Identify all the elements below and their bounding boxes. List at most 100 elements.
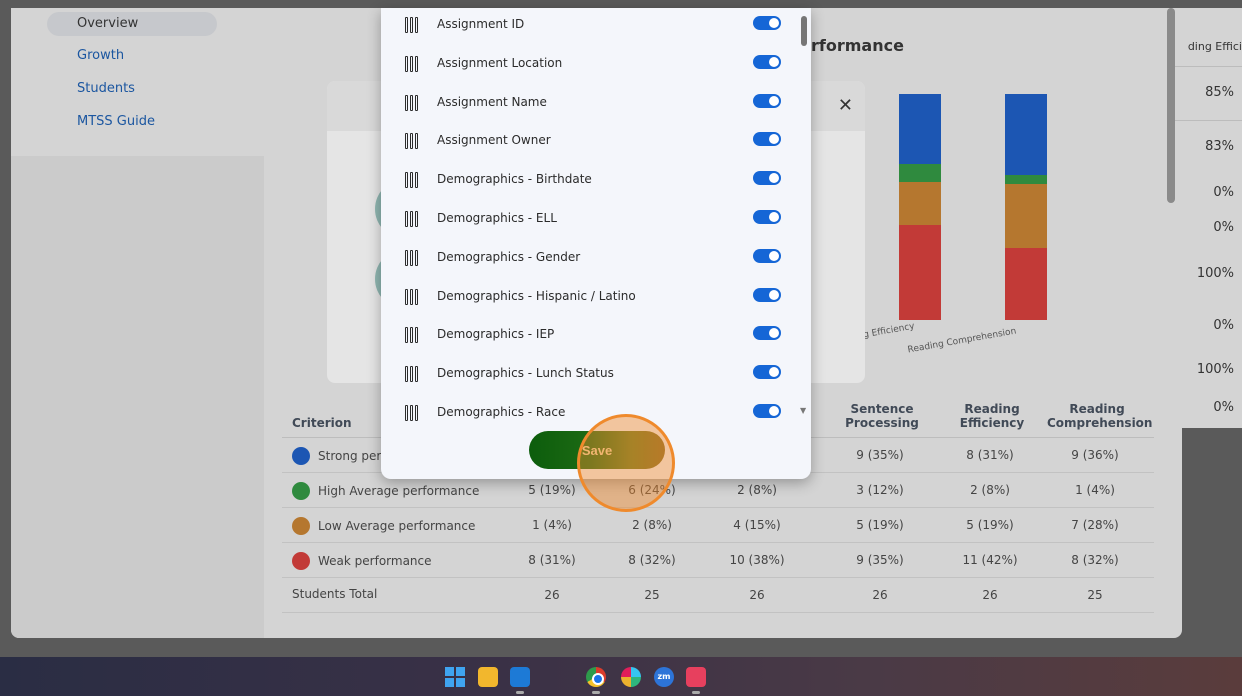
- column-toggle[interactable]: [753, 54, 781, 69]
- column-option-label: Assignment Location: [437, 55, 563, 70]
- right-column-header: ding Effici: [1187, 40, 1242, 53]
- column-toggle[interactable]: [753, 171, 781, 186]
- table-cell: 7 (28%): [1071, 518, 1119, 532]
- column-option-row[interactable]: Assignment Name: [381, 86, 791, 124]
- todo-icon[interactable]: [686, 667, 706, 687]
- drag-handle-icon[interactable]: [405, 55, 419, 72]
- column-toggle[interactable]: [753, 132, 781, 147]
- stacked-bar-chart: [861, 94, 1091, 320]
- divider: [1171, 66, 1242, 67]
- column-option-row[interactable]: Demographics - Gender: [381, 241, 791, 279]
- column-toggle[interactable]: [753, 210, 781, 224]
- right-column-value: 100%: [1196, 266, 1234, 281]
- divider: [1171, 120, 1242, 121]
- table-cell: 25: [1087, 588, 1103, 602]
- drag-handle-icon[interactable]: [405, 405, 419, 421]
- windows-start-icon[interactable]: [445, 667, 465, 687]
- drag-handle-icon[interactable]: [405, 17, 419, 33]
- right-column-value: 0%: [1213, 318, 1234, 333]
- column-option-row[interactable]: Assignment ID: [381, 8, 791, 46]
- column-toggle[interactable]: [753, 365, 781, 380]
- table-cell: 2 (8%): [970, 483, 1010, 497]
- column-toggle[interactable]: [753, 287, 781, 302]
- column-option-row[interactable]: Demographics - Lunch Status: [381, 357, 791, 395]
- sidebar-item-overview[interactable]: Overview: [77, 16, 138, 31]
- left-panel: [11, 156, 264, 638]
- column-option-label: Assignment ID: [437, 17, 525, 31]
- chart-bar-segment: [1005, 175, 1047, 185]
- column-toggle[interactable]: [753, 326, 781, 341]
- table-cell: 5 (19%): [966, 518, 1014, 532]
- sidebar-item-mtss-guide[interactable]: MTSS Guide: [77, 114, 155, 129]
- column-option-row[interactable]: Demographics - Hispanic / Latino: [381, 280, 791, 318]
- column-option-label: Demographics - ELL: [437, 211, 557, 225]
- chart-bar-segment: [899, 94, 941, 165]
- drag-handle-icon[interactable]: [405, 288, 419, 305]
- table-cell: 2 (8%): [737, 483, 777, 497]
- table-cell: 26: [872, 588, 888, 602]
- table-cell: 2 (8%): [632, 518, 672, 532]
- column-toggle[interactable]: [753, 404, 781, 418]
- drag-handle-icon[interactable]: [405, 94, 419, 111]
- drag-handle-icon[interactable]: [405, 249, 419, 266]
- column-option-label: Assignment Owner: [437, 133, 551, 148]
- slack-icon[interactable]: [621, 667, 641, 687]
- right-column-value: 100%: [1196, 362, 1234, 377]
- column-toggle[interactable]: [753, 16, 781, 30]
- chart-bar-segment: [1005, 94, 1047, 176]
- table-row: Low Average performance 1 (4%) 2 (8%) 4 (15…: [282, 508, 1154, 543]
- column-option-row[interactable]: Demographics - ELL: [381, 202, 791, 240]
- table-cell: 10 (38%): [729, 553, 785, 567]
- criterion-color-dot: [292, 517, 310, 535]
- drag-handle-icon[interactable]: [405, 172, 419, 189]
- chart-x-label-efficiency: g Efficiency: [862, 321, 916, 341]
- right-column-value: 0%: [1213, 185, 1234, 200]
- table-cell: 8 (32%): [628, 553, 676, 567]
- drag-handle-icon[interactable]: [405, 327, 419, 344]
- criterion-cell: Students Total: [292, 587, 377, 601]
- column-toggle[interactable]: [753, 93, 781, 108]
- sidebar-item-growth[interactable]: Growth: [77, 48, 124, 63]
- drag-handle-icon[interactable]: [405, 366, 419, 383]
- table-cell: 3 (12%): [856, 483, 904, 497]
- column-option-label: Demographics - Gender: [437, 249, 581, 264]
- columns-dialog: Assignment ID Assignment Location Assignme…: [381, 8, 811, 479]
- right-column-value: 83%: [1205, 139, 1234, 154]
- header-reading-comprehension: Reading Comprehension: [1047, 402, 1153, 430]
- table-cell: 1 (4%): [1075, 483, 1115, 497]
- dialog-scrollbar[interactable]: [801, 16, 807, 46]
- sidebar-item-students[interactable]: Students: [77, 81, 135, 96]
- column-option-row[interactable]: Assignment Owner: [381, 124, 791, 162]
- column-option-label: Demographics - Lunch Status: [437, 366, 614, 381]
- column-option-row[interactable]: Assignment Location: [381, 47, 791, 85]
- criterion-label: Strong per: [318, 449, 382, 463]
- zoom-icon[interactable]: zm: [654, 667, 674, 687]
- drag-handle-icon[interactable]: [405, 133, 419, 150]
- criterion-color-dot: [292, 482, 310, 500]
- column-toggle[interactable]: [753, 248, 781, 263]
- chart-title: rformance: [811, 36, 904, 55]
- column-option-row[interactable]: Demographics - Race: [381, 396, 791, 434]
- click-indicator: [577, 414, 675, 512]
- table-cell: 25: [644, 588, 660, 602]
- column-option-row[interactable]: Demographics - IEP: [381, 318, 791, 356]
- chrome-icon[interactable]: [586, 667, 606, 687]
- file-explorer-icon[interactable]: [478, 667, 498, 687]
- active-indicator: [692, 691, 700, 694]
- close-icon[interactable]: ✕: [838, 95, 853, 116]
- table-cell: 9 (36%): [1071, 448, 1119, 462]
- drag-handle-icon[interactable]: [405, 211, 419, 227]
- column-option-label: Demographics - Birthdate: [437, 172, 592, 187]
- scroll-down-arrow-icon[interactable]: ▼: [800, 406, 806, 415]
- chart-bar-reading-efficiency: [899, 94, 941, 320]
- trello-icon[interactable]: [510, 667, 530, 687]
- header-sentence-processing: Sentence Processing: [845, 402, 919, 430]
- sidebar: Overview Growth Students MTSS Guide: [11, 8, 264, 156]
- criterion-label: High Average performance: [318, 484, 480, 498]
- table-cell: 8 (31%): [966, 448, 1014, 462]
- page-scrollbar[interactable]: [1167, 8, 1175, 203]
- table-cell: 26: [982, 588, 998, 602]
- table-cell: 5 (19%): [856, 518, 904, 532]
- chart-bar-segment: [899, 225, 941, 320]
- column-option-row[interactable]: Demographics - Birthdate: [381, 163, 791, 201]
